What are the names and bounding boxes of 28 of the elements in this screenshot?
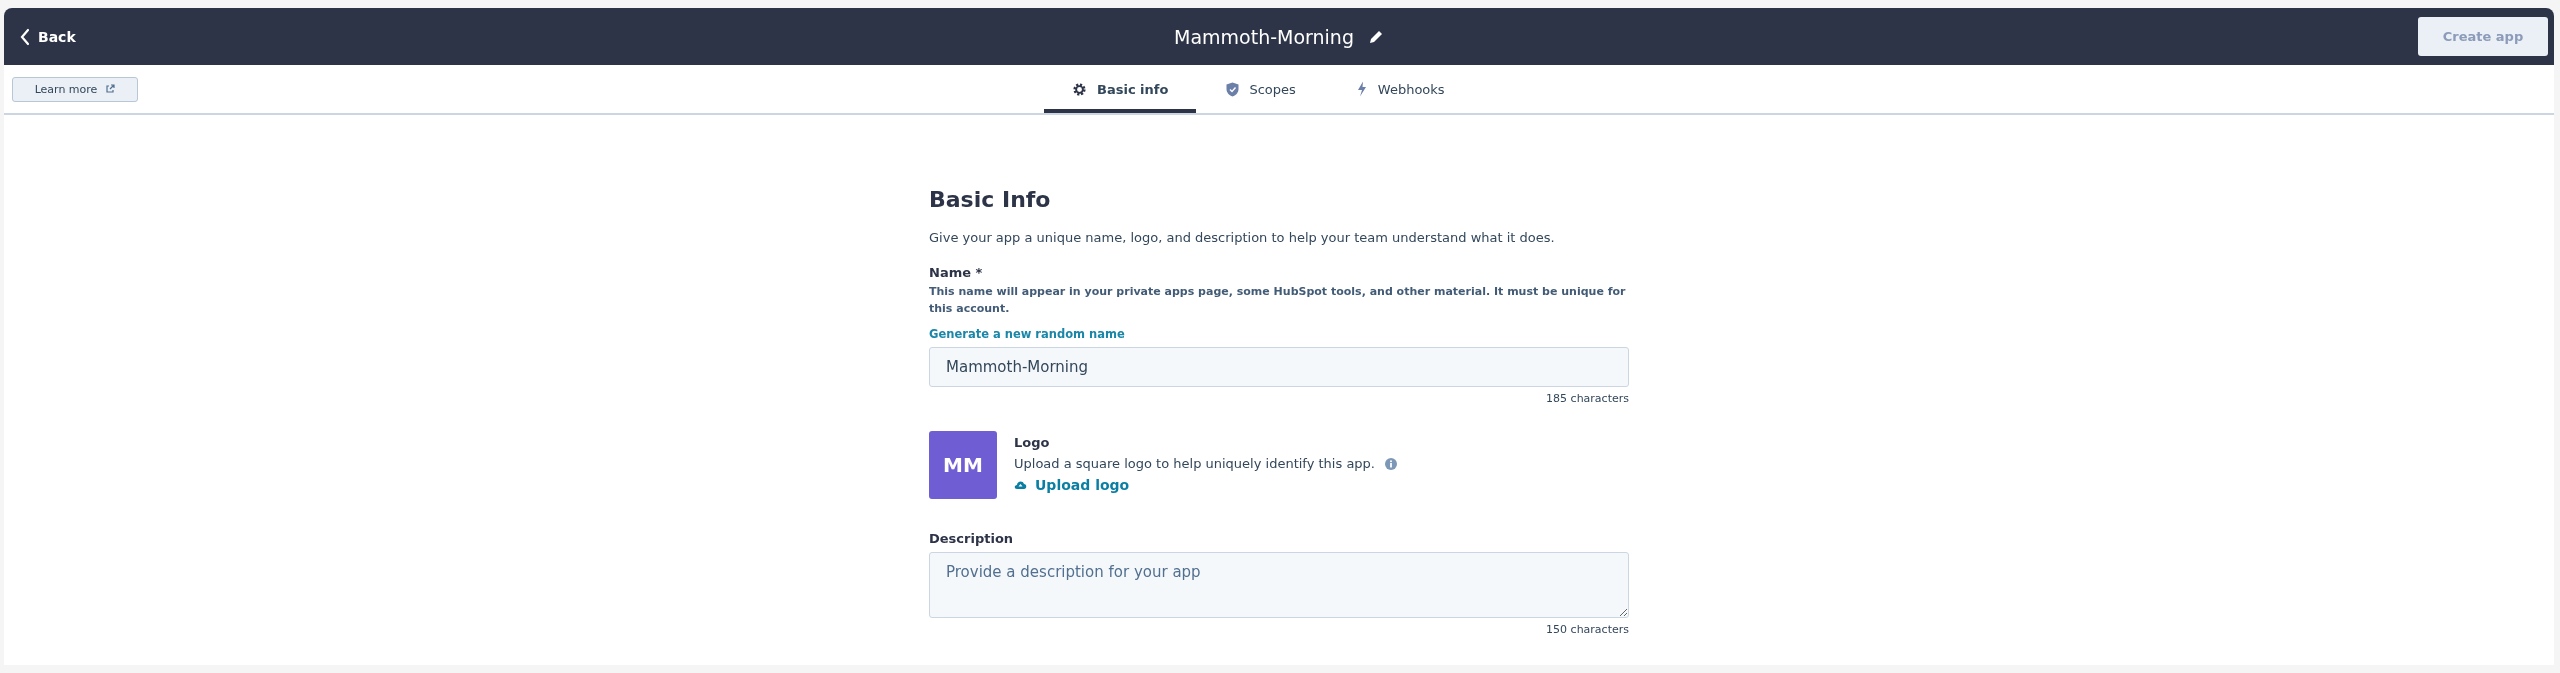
info-icon[interactable]: [1385, 457, 1397, 470]
logo-label: Logo: [1014, 435, 1051, 450]
character-count: 150 characters: [1545, 623, 1629, 636]
lightning-icon: [1355, 81, 1368, 97]
back-button[interactable]: Back: [16, 23, 80, 50]
logo-help-text: Upload a square logo to help uniquely identify this app.: [1014, 456, 1375, 471]
section-heading: Basic Info: [929, 187, 1052, 212]
app-title: Mammoth-Morning: [1174, 25, 1354, 48]
chevron-left-icon: [20, 27, 30, 46]
cloud-upload-icon: [1014, 480, 1027, 490]
field-label: Name *: [929, 265, 984, 280]
shield-icon: [1226, 81, 1240, 97]
pencil-icon[interactable]: [1368, 28, 1384, 45]
field-label: Description: [929, 531, 1015, 546]
upload-logo-link[interactable]: Upload logo: [1014, 477, 1397, 493]
logo-avatar: MM: [929, 431, 997, 499]
character-count: 185 characters: [1545, 392, 1629, 405]
gear-icon: [1072, 81, 1087, 97]
name-input[interactable]: Mammoth-Morning: [929, 347, 1629, 387]
learn-more-button[interactable]: Learn more: [12, 76, 138, 102]
intro-text: Give your app a unique name, logo, and description to help your team understand what it does.: [929, 230, 1556, 245]
generate-name-link[interactable]: Generate a new random name: [929, 327, 1125, 341]
tab[interactable]: Scopes: [1196, 65, 1326, 113]
help-text: This name will appear in your private apps page, some HubSpot tools, and other material. It must be unique for this account.: [929, 284, 1627, 317]
tab[interactable]: Webhooks: [1325, 65, 1475, 113]
external-link-icon: [105, 84, 116, 94]
tab[interactable]: Basic info: [1044, 65, 1197, 113]
description-input[interactable]: Provide a description for your app: [929, 552, 1629, 618]
